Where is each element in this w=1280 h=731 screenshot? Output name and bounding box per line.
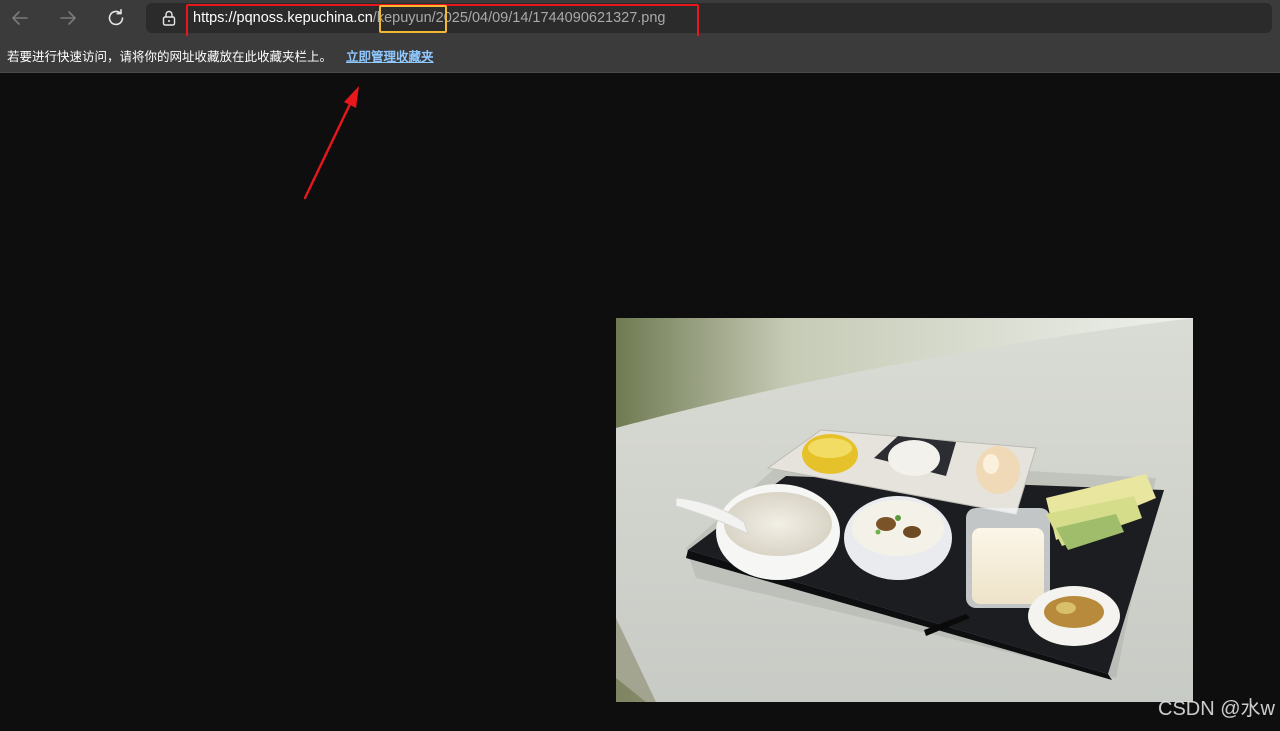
- favorites-bar-message: 若要进行快速访问，请将你的网址收藏放在此收藏夹栏上。: [7, 50, 333, 64]
- back-button[interactable]: [4, 4, 36, 32]
- manage-favorites-link[interactable]: 立即管理收藏夹: [346, 46, 434, 65]
- csdn-watermark: CSDN @水w: [1158, 698, 1275, 720]
- arrow-right-icon: [60, 11, 76, 25]
- annotation-arrow: [303, 86, 359, 200]
- refresh-icon: [108, 9, 124, 26]
- favorites-bar: 若要进行快速访问，请将你的网址收藏放在此收藏夹栏上。 立即管理收藏夹: [0, 36, 1280, 73]
- refresh-button[interactable]: [100, 4, 132, 32]
- browser-window: https://pqnoss.kepuchina.cn/kepuyun/2025…: [0, 0, 1280, 731]
- browser-toolbar: https://pqnoss.kepuchina.cn/kepuyun/2025…: [0, 0, 1280, 38]
- arrow-left-icon: [12, 11, 28, 25]
- lock-icon[interactable]: [160, 9, 178, 27]
- annotation-yellow-box: [379, 5, 447, 33]
- breakfast-tray-photo: [616, 318, 1193, 702]
- forward-button[interactable]: [52, 4, 84, 32]
